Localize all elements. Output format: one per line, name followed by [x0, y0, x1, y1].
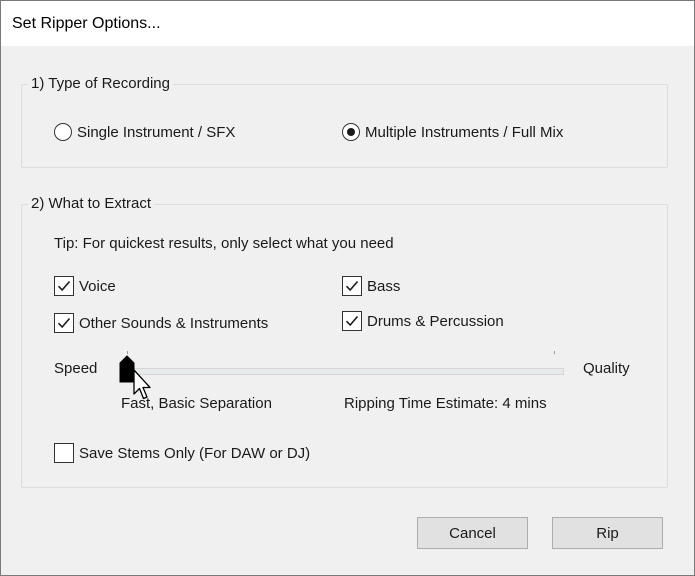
radio-single-instrument[interactable]: Single Instrument / SFX — [54, 123, 235, 141]
radio-multiple-instruments-label[interactable]: Multiple Instruments / Full Mix — [365, 124, 563, 141]
window-title: Set Ripper Options... — [12, 15, 161, 32]
checkbox-save-stems-only-box[interactable] — [54, 443, 74, 463]
radio-multiple-instruments-indicator[interactable] — [342, 123, 360, 141]
checkbox-save-stems-only-label[interactable]: Save Stems Only (For DAW or DJ) — [79, 445, 310, 462]
checkbox-voice-label[interactable]: Voice — [79, 278, 116, 295]
radio-multiple-instruments[interactable]: Multiple Instruments / Full Mix — [342, 123, 563, 141]
radio-single-instrument-label[interactable]: Single Instrument / SFX — [77, 124, 235, 141]
checkbox-other-sounds[interactable]: Other Sounds & Instruments — [54, 313, 268, 333]
checkbox-voice-box[interactable] — [54, 276, 74, 296]
slider-tick-start — [127, 351, 128, 354]
set-ripper-options-dialog: Set Ripper Options... 1) Type of Recordi… — [0, 0, 695, 576]
checkmark-icon — [345, 280, 359, 292]
checkbox-bass-box[interactable] — [342, 276, 362, 296]
title-bar: Set Ripper Options... — [1, 1, 694, 46]
checkbox-other-sounds-label[interactable]: Other Sounds & Instruments — [79, 315, 268, 332]
checkbox-bass-label[interactable]: Bass — [367, 278, 400, 295]
checkbox-drums[interactable]: Drums & Percussion — [342, 311, 504, 331]
checkbox-drums-label[interactable]: Drums & Percussion — [367, 313, 504, 330]
checkbox-bass[interactable]: Bass — [342, 276, 400, 296]
ripping-time-estimate: Ripping Time Estimate: 4 mins — [344, 395, 547, 412]
rip-button[interactable]: Rip — [552, 517, 663, 549]
checkbox-voice[interactable]: Voice — [54, 276, 116, 296]
what-to-extract-legend: 2) What to Extract — [28, 194, 155, 214]
checkmark-icon — [345, 315, 359, 327]
radio-single-instrument-indicator[interactable] — [54, 123, 72, 141]
tip-text: Tip: For quickest results, only select w… — [54, 235, 394, 252]
slider-quality-label: Quality — [583, 360, 630, 377]
checkbox-drums-box[interactable] — [342, 311, 362, 331]
checkbox-other-sounds-box[interactable] — [54, 313, 74, 333]
cancel-button[interactable]: Cancel — [417, 517, 528, 549]
slider-tick-end — [554, 351, 555, 354]
slider-value-label: Fast, Basic Separation — [121, 395, 272, 412]
recording-type-legend: 1) Type of Recording — [28, 74, 173, 94]
speed-quality-slider-track[interactable] — [125, 368, 564, 375]
slider-speed-label: Speed — [54, 360, 98, 377]
checkmark-icon — [57, 317, 71, 329]
checkbox-save-stems-only[interactable]: Save Stems Only (For DAW or DJ) — [54, 443, 310, 463]
checkmark-icon — [57, 280, 71, 292]
